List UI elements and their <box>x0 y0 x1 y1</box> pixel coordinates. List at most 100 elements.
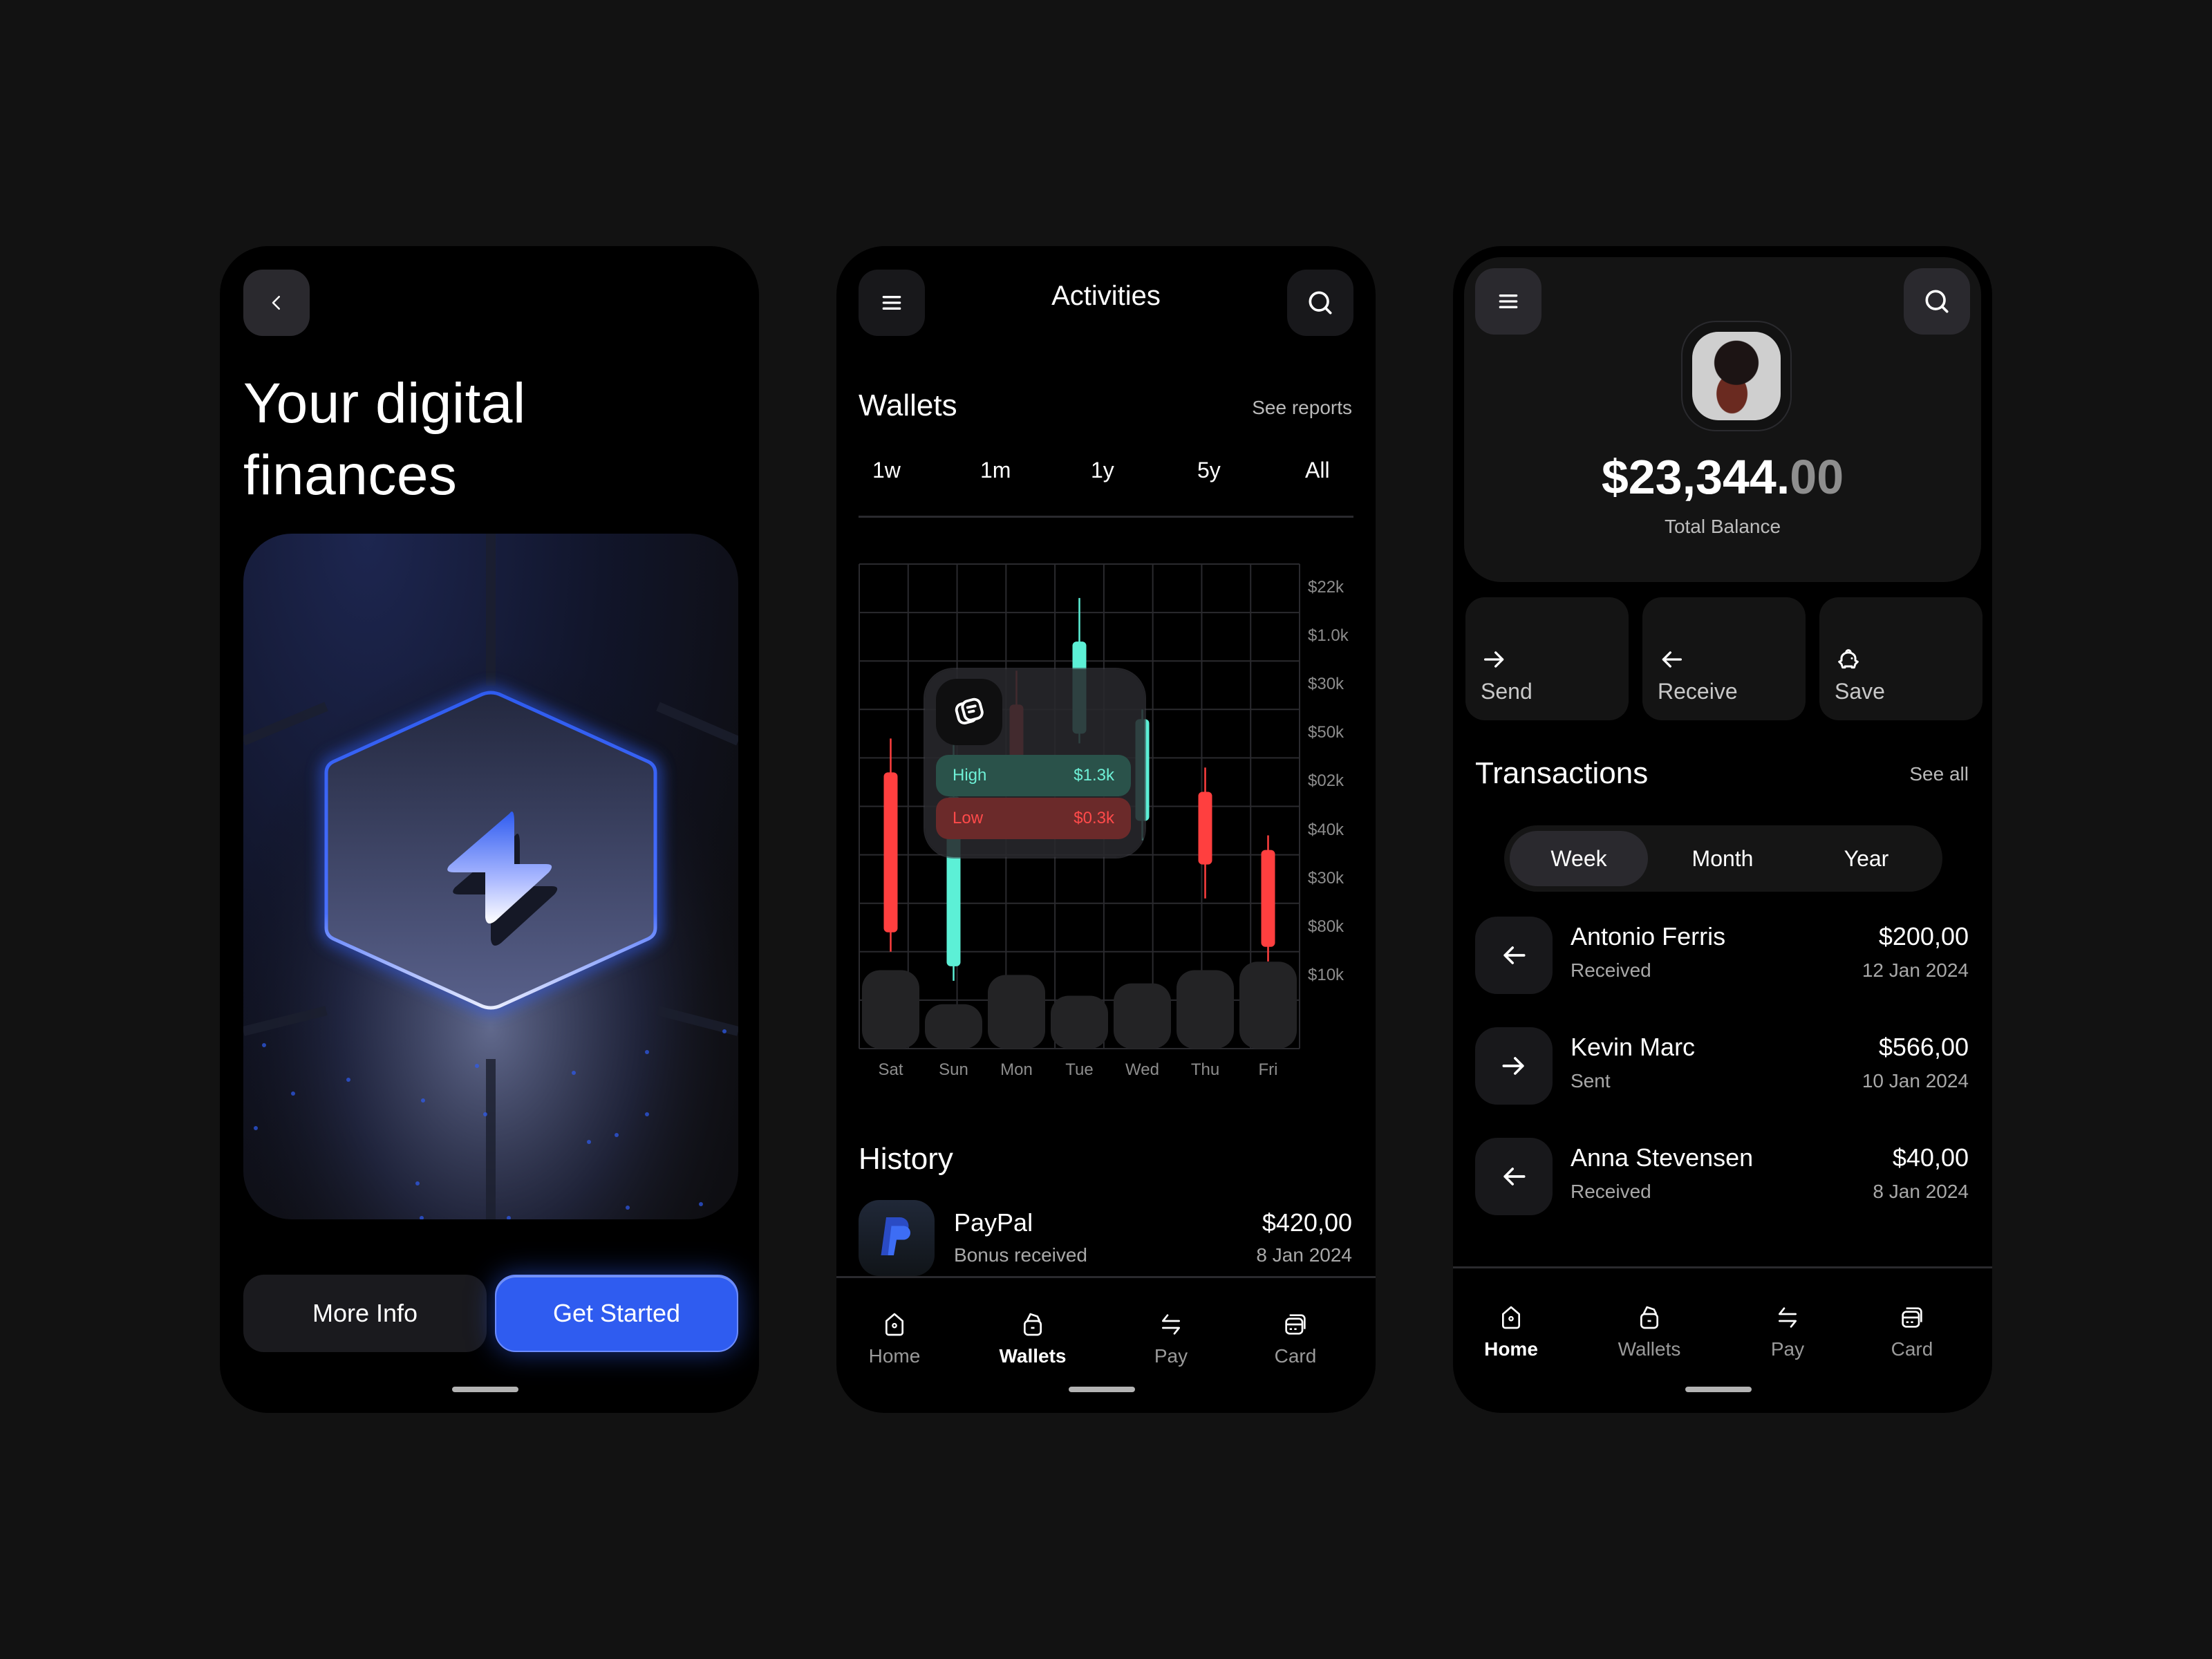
tab-card-label: Card <box>1891 1338 1933 1360</box>
tab-wallets-label: Wallets <box>1618 1338 1681 1360</box>
y-tick-label: $22k <box>1308 578 1344 597</box>
piggy-bank-icon <box>1838 649 1859 669</box>
tab-pay[interactable]: Pay <box>1116 1311 1226 1367</box>
search-icon <box>1925 290 1949 313</box>
save-button[interactable]: Save <box>1819 597 1983 720</box>
transactions-title: Transactions <box>1475 756 1649 790</box>
send-label: Send <box>1481 679 1533 704</box>
tab-pay[interactable]: Pay <box>1732 1304 1843 1360</box>
tooltip-high-label: High <box>953 766 987 785</box>
avatar <box>1692 332 1781 420</box>
receive-label: Receive <box>1658 679 1738 704</box>
tab-pay-label: Pay <box>1154 1345 1188 1367</box>
tooltip-low-label: Low <box>953 809 984 827</box>
transaction-status: Received <box>1571 1181 1651 1202</box>
transaction-name: Kevin Marc <box>1571 1033 1696 1061</box>
avatar-frame[interactable] <box>1681 321 1792 431</box>
wallet-icon <box>1640 1306 1658 1329</box>
y-tick-label: $80k <box>1308 917 1344 936</box>
balance-panel: $23,344.00 Total Balance <box>1464 257 1981 582</box>
home-icon <box>1502 1306 1520 1329</box>
arrow-left-icon <box>1503 946 1526 964</box>
period-year[interactable]: Year <box>1797 831 1936 886</box>
volume-bar <box>988 975 1045 1049</box>
tooltip-low-value: $0.3k <box>1074 809 1114 827</box>
receive-button[interactable]: Receive <box>1642 597 1806 720</box>
tabbar-divider <box>836 1276 1376 1278</box>
search-button[interactable] <box>1904 268 1970 335</box>
tab-home-label: Home <box>868 1345 921 1367</box>
see-all-link[interactable]: See all <box>1909 763 1969 785</box>
transaction-date: 12 Jan 2024 <box>1862 959 1969 981</box>
total-balance: $23,344.00 <box>1464 449 1981 505</box>
tooltip-high-row: High $1.3k <box>936 755 1131 796</box>
hexagon-illustration <box>243 534 738 1219</box>
history-sub: Bonus received <box>954 1244 1088 1266</box>
hero-title-line2: finances <box>243 444 458 507</box>
home-screen: $23,344.00 Total Balance Send Receive Sa… <box>1453 246 1992 1413</box>
arrow-right-icon <box>1502 1057 1524 1075</box>
transaction-status: Sent <box>1571 1070 1611 1091</box>
x-tick-label: Tue <box>1065 1060 1094 1079</box>
home-indicator <box>1069 1387 1135 1392</box>
transaction-status: Received <box>1571 959 1651 981</box>
stacked-cards-icon <box>955 697 984 725</box>
volume-bar <box>862 970 919 1049</box>
y-tick-label: $40k <box>1308 820 1344 839</box>
back-button[interactable] <box>243 270 310 336</box>
y-tick-label: $1.0k <box>1308 626 1349 646</box>
hero-title-line1: Your digital <box>243 372 526 435</box>
menu-button[interactable] <box>1475 268 1541 335</box>
volume-bar <box>1051 995 1108 1049</box>
period-month[interactable]: Month <box>1653 831 1792 886</box>
balance-cents: 00 <box>1790 450 1844 504</box>
candle-body <box>883 772 898 932</box>
tab-card-label: Card <box>1274 1345 1317 1367</box>
tooltip-high-value: $1.3k <box>1074 766 1114 785</box>
candle-body <box>1198 791 1212 865</box>
transaction-row[interactable]: Kevin Marc Sent $566,00 10 Jan 2024 <box>1453 1027 1992 1105</box>
tab-card[interactable]: Card <box>1857 1304 1967 1360</box>
transaction-icon-box <box>1475 1027 1553 1105</box>
transaction-amount: $200,00 <box>1878 922 1969 950</box>
transaction-name: Antonio Ferris <box>1571 922 1726 950</box>
y-tick-label: $30k <box>1308 675 1344 694</box>
transaction-row[interactable]: Anna Stevensen Received $40,00 8 Jan 202… <box>1453 1138 1992 1215</box>
x-tick-label: Fri <box>1258 1060 1278 1079</box>
home-indicator <box>452 1387 518 1392</box>
candlestick-chart <box>859 563 1300 1049</box>
send-button[interactable]: Send <box>1465 597 1629 720</box>
transaction-row[interactable]: Antonio Ferris Received $200,00 12 Jan 2… <box>1453 917 1992 994</box>
transaction-amount: $40,00 <box>1892 1143 1969 1172</box>
y-tick-label: $50k <box>1308 723 1344 742</box>
volume-bar <box>1239 962 1297 1049</box>
hero-illustration <box>243 534 738 1219</box>
tab-wallets-label: Wallets <box>999 1345 1067 1367</box>
volume-bar <box>1114 983 1171 1049</box>
tab-wallets[interactable]: Wallets <box>1594 1304 1705 1360</box>
x-tick-label: Sat <box>878 1060 903 1079</box>
paypal-logo <box>859 1200 935 1276</box>
period-week[interactable]: Week <box>1510 831 1648 886</box>
more-info-button[interactable]: More Info <box>243 1275 487 1352</box>
transaction-name: Anna Stevensen <box>1571 1143 1754 1172</box>
candle-body <box>1261 850 1275 947</box>
y-tick-label: $30k <box>1308 868 1344 888</box>
history-title: History <box>859 1142 953 1176</box>
paypal-icon <box>881 1217 910 1255</box>
tab-card[interactable]: Card <box>1240 1311 1351 1367</box>
tab-home[interactable]: Home <box>1456 1304 1566 1360</box>
get-started-button[interactable]: Get Started <box>495 1275 738 1352</box>
transaction-date: 8 Jan 2024 <box>1873 1181 1969 1202</box>
history-date: 8 Jan 2024 <box>1256 1244 1352 1266</box>
period-selector: Week Month Year <box>1504 825 1942 892</box>
arrow-left-icon <box>1662 651 1682 668</box>
transaction-icon-box <box>1475 1138 1553 1215</box>
tab-home[interactable]: Home <box>839 1311 950 1367</box>
transaction-icon-box <box>1475 917 1553 994</box>
home-indicator <box>1685 1387 1752 1392</box>
hero-title: Your digital finances <box>243 368 526 512</box>
tab-wallets[interactable]: Wallets <box>977 1311 1088 1367</box>
x-tick-label: Sun <box>939 1060 968 1079</box>
history-item[interactable]: PayPal Bonus received $420,00 8 Jan 2024 <box>836 1200 1376 1276</box>
